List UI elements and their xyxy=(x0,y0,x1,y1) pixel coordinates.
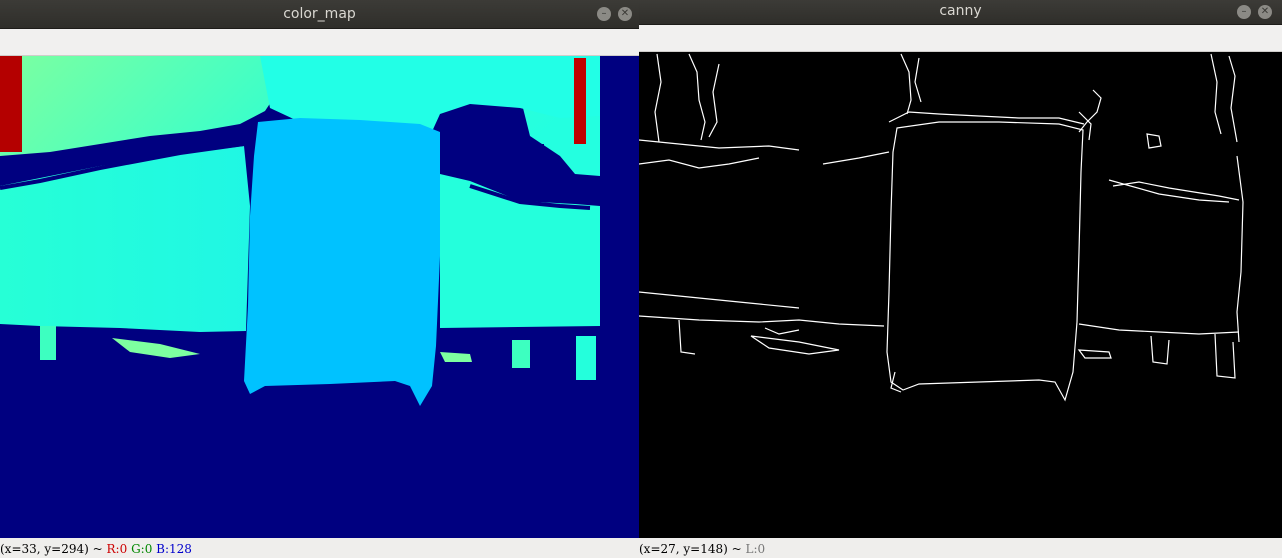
depth-hole-1 xyxy=(508,138,520,148)
minimize-button[interactable]: – xyxy=(1237,5,1251,19)
close-button[interactable]: ✕ xyxy=(618,7,632,21)
canny-window: canny – ✕ (x=27, y=148) ~ L:0 xyxy=(639,0,1282,558)
green-value: G:0 xyxy=(131,542,153,556)
red-value: R:0 xyxy=(106,542,128,556)
color-map-window-title: color_map xyxy=(283,6,356,22)
color-map-image[interactable] xyxy=(0,56,639,538)
left-leg xyxy=(40,326,56,360)
color-map-depth-image xyxy=(0,56,639,538)
canny-toolbar xyxy=(639,25,1282,52)
color-map-window: color_map – ✕ (x=33, y=294) ~ R:0 G:0 B:… xyxy=(0,0,639,558)
right-leg-2 xyxy=(576,336,596,380)
near-object-right xyxy=(574,58,586,144)
luminance-value: L:0 xyxy=(745,542,766,556)
minimize-button[interactable]: – xyxy=(597,7,611,21)
cursor-coordinates: (x=33, y=294) xyxy=(0,542,89,556)
status-separator: ~ xyxy=(727,542,746,556)
status-separator: ~ xyxy=(88,542,107,556)
center-box-region xyxy=(244,118,440,406)
canny-window-title: canny xyxy=(939,3,982,19)
color-map-toolbar xyxy=(0,29,639,56)
right-leg-1 xyxy=(512,340,530,368)
depth-hole-2 xyxy=(534,144,544,152)
canny-titlebar[interactable]: canny – ✕ xyxy=(639,0,1282,25)
blue-value: B:128 xyxy=(156,542,192,556)
cursor-coordinates: (x=27, y=148) xyxy=(639,542,728,556)
close-button[interactable]: ✕ xyxy=(1258,5,1272,19)
color-map-titlebar[interactable]: color_map – ✕ xyxy=(0,0,639,29)
color-map-statusbar: (x=33, y=294) ~ R:0 G:0 B:128 xyxy=(0,538,639,558)
canny-background xyxy=(639,52,1282,538)
near-object-left xyxy=(0,56,22,152)
canny-image[interactable] xyxy=(639,52,1282,538)
canny-statusbar: (x=27, y=148) ~ L:0 xyxy=(639,538,1282,558)
canny-edge-image xyxy=(639,52,1282,538)
